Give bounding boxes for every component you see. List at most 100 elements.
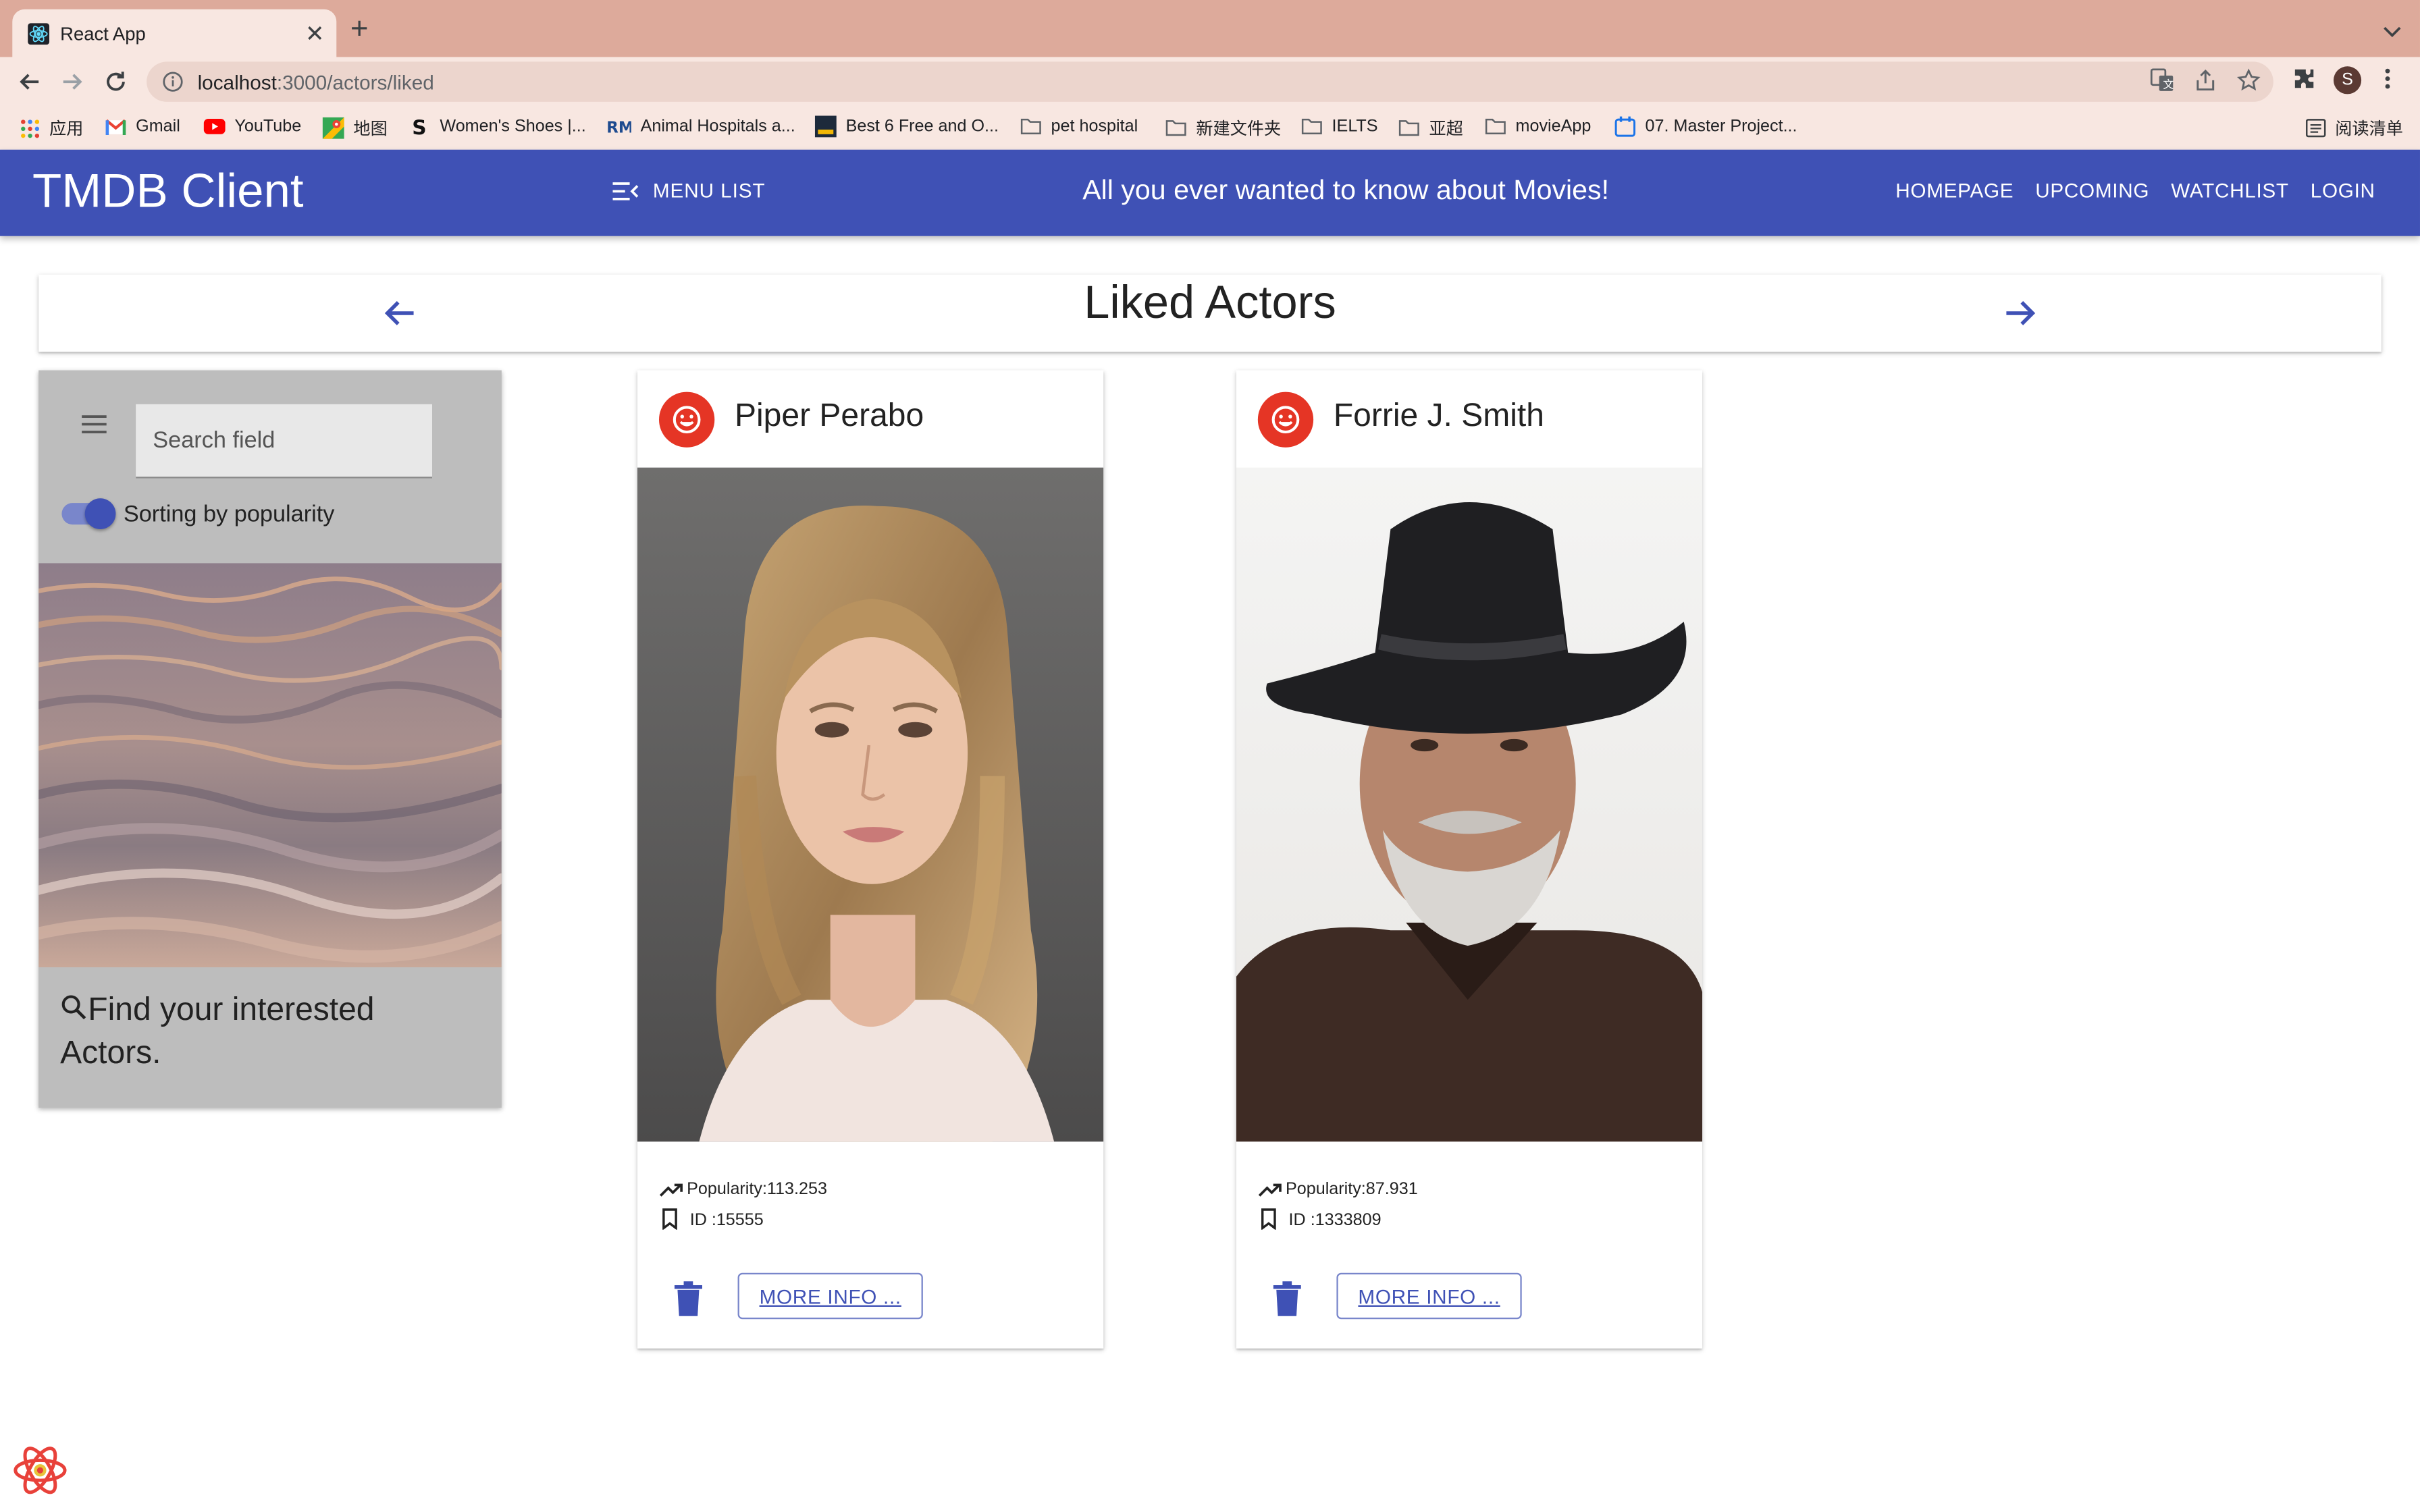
- delete-icon[interactable]: [668, 1276, 708, 1322]
- actor-photo[interactable]: [1236, 467, 1703, 1142]
- bookmark-star-icon[interactable]: [2236, 68, 2261, 101]
- url-host: localhost: [197, 70, 277, 94]
- browser-tabstrip: React App ✕ +: [0, 0, 2420, 57]
- bookmark-youtube[interactable]: YouTube: [203, 115, 301, 137]
- svg-text:S: S: [412, 116, 426, 138]
- tab-title: React App: [60, 22, 146, 45]
- filter-card: Sorting by popularity: [38, 370, 502, 1108]
- tab-close-icon[interactable]: ✕: [299, 20, 330, 47]
- browser-tab[interactable]: React App ✕: [12, 9, 337, 57]
- nav-watchlist[interactable]: WATCHLIST: [2171, 179, 2289, 202]
- sort-toggle-label: Sorting by popularity: [123, 501, 335, 528]
- bookmark-womens-shoes[interactable]: S Women's Shoes |...: [409, 115, 585, 138]
- browser-toolbar: localhost:3000/actors/liked 文 S: [0, 57, 2420, 105]
- bookmark-folder-new[interactable]: 新建文件夹: [1165, 115, 1281, 140]
- main-nav: HOMEPAGE UPCOMING WATCHLIST LOGIN: [1895, 179, 2375, 202]
- bookmark-folder-movieapp[interactable]: movieApp: [1485, 115, 1591, 137]
- popularity-value: Popularity:87.931: [1285, 1180, 1418, 1199]
- actor-card-header: Piper Perabo: [637, 371, 1103, 468]
- app-header: TMDB Client MENU LIST All you ever wante…: [0, 149, 2420, 236]
- reading-list[interactable]: 阅读清单: [2305, 115, 2403, 140]
- popularity-stat: Popularity:113.253: [659, 1168, 827, 1199]
- back-arrow-icon[interactable]: [14, 66, 45, 97]
- react-favicon-icon: [28, 22, 50, 45]
- bookmark-label: Best 6 Free and O...: [845, 117, 999, 136]
- react-logo-icon[interactable]: [12, 1442, 68, 1498]
- actor-stats: Popularity:113.253 ID :15555: [659, 1168, 827, 1230]
- actor-card: Forrie J. Smith Popularity:87.931 ID:13…: [1236, 370, 1703, 1349]
- bookmark-label: Animal Hospitals a...: [640, 117, 795, 136]
- bookmark-folder-pet-hospital[interactable]: pet hospital: [1020, 115, 1138, 137]
- ocean-waves-image: [38, 563, 502, 968]
- nav-login[interactable]: LOGIN: [2311, 179, 2375, 202]
- tab-search-chevron-icon[interactable]: [2383, 18, 2401, 46]
- sort-by-popularity-toggle[interactable]: [61, 498, 116, 529]
- liked-smiley-icon: [658, 392, 715, 448]
- actor-stats: Popularity:87.931 ID :1333809: [1258, 1168, 1418, 1230]
- bookmark-gmail[interactable]: Gmail: [105, 115, 180, 137]
- profile-initial: S: [2333, 66, 2362, 94]
- bookmark-animal-hospitals[interactable]: RM Animal Hospitals a...: [606, 115, 795, 137]
- apps-grid-icon: [18, 117, 40, 139]
- reload-icon[interactable]: [101, 66, 132, 97]
- card-actions: MORE INFO ...: [668, 1272, 1085, 1326]
- site-info-icon[interactable]: [162, 71, 184, 92]
- actor-photo[interactable]: [637, 467, 1104, 1142]
- extensions-icon[interactable]: [2292, 66, 2317, 91]
- more-info-button[interactable]: MORE INFO ...: [737, 1272, 923, 1320]
- trending-up-icon: [659, 1183, 683, 1197]
- youtube-icon: [203, 115, 226, 137]
- actor-id: ID :1333809: [1288, 1211, 1382, 1230]
- share-icon[interactable]: [2193, 68, 2218, 101]
- folder-icon: [1165, 117, 1187, 139]
- nav-upcoming[interactable]: UPCOMING: [2035, 179, 2149, 202]
- site-logo-icon: [814, 115, 837, 138]
- forward-arrow-icon[interactable]: [57, 66, 88, 97]
- delete-icon[interactable]: [1267, 1276, 1307, 1322]
- bookmark-label: 应用: [49, 120, 84, 139]
- folder-icon: [1301, 115, 1323, 137]
- liked-smiley-icon: [1257, 392, 1314, 448]
- calendar-icon: [1614, 115, 1636, 137]
- reading-list-label: 阅读清单: [2335, 120, 2403, 139]
- bookmark-apps[interactable]: 应用: [18, 115, 83, 140]
- search-icon: [61, 995, 86, 1020]
- s-logo-icon: S: [409, 115, 431, 138]
- bookmark-label: Gmail: [136, 117, 180, 136]
- profile-avatar[interactable]: S: [2333, 66, 2362, 94]
- browser-menu-icon[interactable]: [2383, 66, 2392, 91]
- address-bar[interactable]: localhost:3000/actors/liked 文: [147, 61, 2273, 102]
- id-stat: ID :15555: [659, 1199, 827, 1230]
- bookmark-label: IELTS: [1332, 117, 1378, 136]
- filter-menu-icon[interactable]: [80, 414, 108, 443]
- bookmark-folder-yachao[interactable]: 亚超: [1398, 115, 1463, 140]
- translate-icon[interactable]: 文: [2150, 68, 2175, 101]
- more-info-button[interactable]: MORE INFO ...: [1336, 1272, 1522, 1320]
- actor-id: ID :15555: [689, 1211, 764, 1230]
- url-path: :3000/actors/liked: [276, 70, 434, 94]
- reading-list-icon: [2305, 117, 2326, 139]
- bookmark-outline-icon: [1261, 1208, 1276, 1230]
- filter-caption-text: Find your interested Actors.: [60, 992, 375, 1071]
- trending-up-icon: [1258, 1183, 1282, 1197]
- nav-homepage[interactable]: HOMEPAGE: [1895, 179, 2014, 202]
- page-header: Liked Actors: [38, 274, 2382, 352]
- popularity-stat: Popularity:87.931: [1258, 1168, 1418, 1199]
- popularity-value: Popularity:113.253: [687, 1180, 827, 1199]
- actor-name: Piper Perabo: [734, 398, 924, 434]
- bookmark-label: 地图: [353, 120, 388, 139]
- bookmark-maps[interactable]: 地图: [322, 115, 388, 140]
- rm-logo-icon: RM: [606, 115, 631, 137]
- bookmark-folder-ielts[interactable]: IELTS: [1301, 115, 1378, 137]
- bookmark-label: pet hospital: [1051, 117, 1138, 136]
- bookmark-best-6-free[interactable]: Best 6 Free and O...: [814, 115, 999, 138]
- toggle-knob: [84, 498, 116, 529]
- bookmarks-bar: 应用 Gmail YouTube 地图 S Women's Shoes |...…: [0, 105, 2420, 150]
- new-tab-icon[interactable]: +: [350, 14, 369, 45]
- next-page-arrow-icon[interactable]: [2000, 293, 2040, 333]
- actor-name: Forrie J. Smith: [1333, 398, 1544, 434]
- search-input[interactable]: [136, 404, 432, 479]
- bookmark-master-project[interactable]: 07. Master Project...: [1614, 115, 1797, 137]
- svg-text:RM: RM: [606, 119, 631, 137]
- bookmark-label: 07. Master Project...: [1645, 117, 1797, 136]
